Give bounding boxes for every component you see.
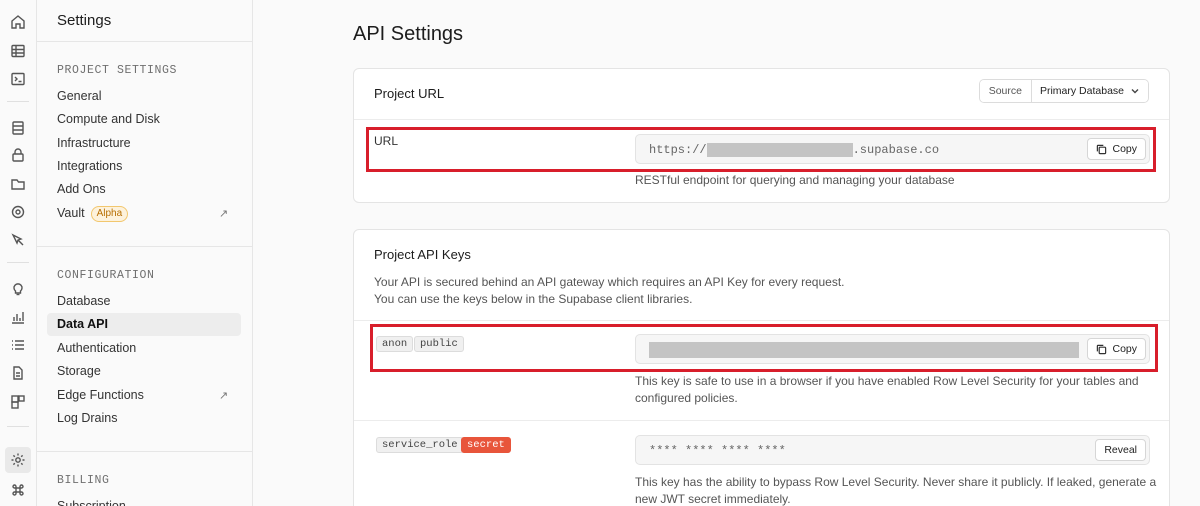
- sql-editor-icon[interactable]: [9, 70, 27, 88]
- advisors-icon[interactable]: [9, 279, 27, 297]
- storage-icon[interactable]: [9, 175, 27, 193]
- copy-label: Copy: [1112, 143, 1137, 155]
- anon-key-desc-1: This key is safe to use in a browser if …: [635, 374, 1139, 388]
- sidebar-item-authentication[interactable]: Authentication: [57, 338, 136, 358]
- secret-tag: secret: [461, 437, 511, 453]
- reveal-label: Reveal: [1104, 444, 1137, 456]
- integrations-icon[interactable]: [9, 393, 27, 411]
- table-editor-icon[interactable]: [9, 42, 27, 60]
- home-icon[interactable]: [9, 13, 27, 31]
- copy-url-button[interactable]: Copy: [1087, 138, 1146, 160]
- copy-anon-key-button[interactable]: Copy: [1087, 338, 1146, 360]
- sidebar-item-edge-functions[interactable]: Edge Functions: [57, 385, 144, 405]
- section-project-settings: PROJECT SETTINGS: [57, 64, 178, 77]
- reveal-button[interactable]: Reveal: [1095, 439, 1146, 461]
- main-content: API Settings Project URL Source Primary …: [253, 0, 1200, 506]
- external-link-icon: ↗: [219, 208, 229, 220]
- command-icon[interactable]: [9, 481, 27, 499]
- sidebar-item-vault[interactable]: Vault Alpha: [57, 203, 129, 223]
- url-field[interactable]: https://.supabase.co Copy: [635, 134, 1150, 164]
- sidebar-title: Settings: [57, 12, 112, 29]
- database-icon[interactable]: [9, 119, 27, 137]
- url-value: https://.supabase.co: [649, 143, 940, 158]
- copy-icon: [1097, 144, 1107, 154]
- sidebar-item-log-drains[interactable]: Log Drains: [57, 408, 117, 428]
- project-url-card: Project URL Source Primary Database URL …: [353, 68, 1170, 203]
- copy-label: Copy: [1112, 343, 1137, 355]
- source-dropdown[interactable]: Primary Database: [1031, 80, 1148, 102]
- sidebar-item-subscription[interactable]: Subscription: [57, 496, 126, 506]
- settings-sidebar: Settings PROJECT SETTINGS General Comput…: [37, 0, 253, 506]
- sidebar-item-integrations[interactable]: Integrations: [57, 156, 122, 176]
- source-selector[interactable]: Source Primary Database: [978, 79, 1149, 103]
- page-title: API Settings: [353, 23, 464, 45]
- public-tag: public: [414, 336, 464, 352]
- sidebar-item-label: Vault: [57, 206, 85, 220]
- project-url-heading: Project URL: [374, 86, 445, 101]
- service-role-key-field[interactable]: **** **** **** **** Reveal: [635, 435, 1150, 465]
- edge-functions-icon[interactable]: [9, 231, 27, 249]
- realtime-icon[interactable]: [9, 203, 27, 221]
- api-keys-heading: Project API Keys: [374, 247, 471, 262]
- external-link-icon: ↗: [219, 390, 229, 402]
- service-role-masked-value: **** **** **** ****: [649, 444, 786, 458]
- sidebar-item-add-ons[interactable]: Add Ons: [57, 179, 106, 199]
- section-configuration: CONFIGURATION: [57, 269, 155, 282]
- url-label: URL: [374, 134, 399, 148]
- anon-tag: anon: [376, 336, 414, 352]
- sidebar-item-general[interactable]: General: [57, 86, 101, 106]
- reports-icon[interactable]: [9, 308, 27, 326]
- api-keys-card: Project API Keys Your API is secured beh…: [353, 229, 1170, 506]
- sidebar-item-infrastructure[interactable]: Infrastructure: [57, 133, 131, 153]
- chevron-down-icon: [1131, 89, 1139, 94]
- service-role-desc-1: This key has the ability to bypass Row L…: [635, 475, 1157, 489]
- source-label: Source: [979, 80, 1032, 102]
- settings-icon[interactable]: [5, 447, 31, 473]
- api-keys-desc-1: Your API is secured behind an API gatewa…: [374, 275, 845, 289]
- sidebar-item-compute-and-disk[interactable]: Compute and Disk: [57, 109, 160, 129]
- section-billing: BILLING: [57, 474, 110, 487]
- url-description: RESTful endpoint for querying and managi…: [635, 173, 955, 187]
- sidebar-item-database[interactable]: Database: [57, 291, 111, 311]
- source-value: Primary Database: [1039, 85, 1124, 97]
- docs-icon[interactable]: [9, 364, 27, 382]
- sidebar-item-storage[interactable]: Storage: [57, 361, 101, 381]
- copy-icon: [1097, 344, 1107, 354]
- anon-key-desc-2: configured policies.: [635, 391, 738, 405]
- sidebar-item-data-api[interactable]: Data API: [47, 313, 241, 336]
- icon-rail: [0, 0, 37, 506]
- service-role-desc-2: new JWT secret immediately.: [635, 492, 791, 506]
- service-role-tag: service_role: [376, 437, 464, 453]
- auth-icon[interactable]: [9, 146, 27, 164]
- anon-key-value: [649, 342, 1079, 358]
- alpha-badge: Alpha: [90, 205, 129, 222]
- anon-key-field[interactable]: Copy: [635, 334, 1150, 364]
- api-keys-desc-2: You can use the keys below in the Supaba…: [374, 292, 693, 306]
- logs-icon[interactable]: [9, 336, 27, 354]
